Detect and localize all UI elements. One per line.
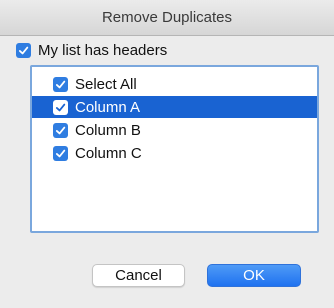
list-item-select-all[interactable]: Select All [32, 73, 317, 95]
checkmark-icon [55, 80, 66, 88]
checkmark-icon [55, 103, 66, 111]
headers-checkbox[interactable] [16, 42, 31, 58]
dialog-title: Remove Duplicates [101, 9, 233, 26]
column-c-checkbox[interactable] [53, 145, 68, 161]
list-item-label: Column A [75, 98, 141, 116]
list-item-label: Column B [75, 121, 141, 139]
column-b-checkbox[interactable] [53, 122, 68, 138]
column-a-checkbox[interactable] [53, 99, 68, 115]
list-item-label: Column C [75, 144, 142, 162]
checkmark-icon [55, 126, 66, 134]
list-item-column-a[interactable]: Column A [32, 96, 317, 118]
ok-button[interactable]: OK [207, 264, 301, 287]
checkmark-icon [55, 149, 66, 157]
headers-checkbox-row[interactable]: My list has headers [16, 41, 167, 59]
list-item-label: Select All [75, 75, 137, 93]
select-all-checkbox[interactable] [53, 76, 68, 92]
list-item-column-b[interactable]: Column B [32, 119, 317, 141]
list-item-column-c[interactable]: Column C [32, 142, 317, 164]
title-bar: Remove Duplicates [0, 0, 334, 36]
headers-checkbox-label: My list has headers [38, 41, 168, 59]
columns-list: Select All Column A Column B Column C [30, 65, 319, 233]
checkmark-icon [18, 46, 29, 54]
cancel-button[interactable]: Cancel [92, 264, 185, 287]
